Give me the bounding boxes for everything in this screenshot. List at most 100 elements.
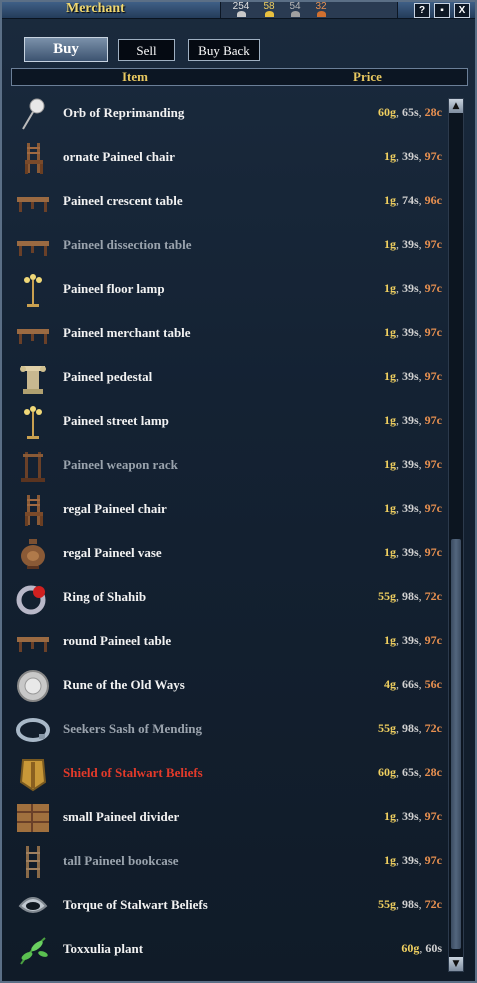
sash-icon (16, 718, 50, 742)
item-price: 1g, 39s, 97c (384, 281, 442, 295)
price-gold: 1g (384, 457, 396, 471)
price-copper: 97c (424, 545, 442, 559)
item-price: 1g, 39s, 97c (384, 853, 442, 867)
price-silver: 39s (402, 149, 419, 163)
price-copper: 97c (424, 457, 442, 471)
price-silver: 65s (402, 105, 419, 119)
item-name: tall Paineel bookcase (63, 853, 179, 868)
item-price: 60g, 65s, 28c (378, 105, 442, 119)
list-item[interactable]: Paineel merchant table 1g, 39s, 97c (11, 312, 447, 356)
list-item[interactable]: Seekers Sash of Mending 55g, 98s, 72c (11, 708, 447, 752)
list-item[interactable]: round Paineel table 1g, 39s, 97c (11, 620, 447, 664)
price-copper: 96c (424, 193, 442, 207)
price-copper: 97c (424, 369, 442, 383)
currency-display: 254 58 54 32 (220, 1, 398, 18)
price-copper: 72c (424, 721, 442, 735)
item-name: Paineel crescent table (63, 193, 183, 208)
list-item[interactable]: Paineel dissection table 1g, 39s, 97c (11, 224, 447, 268)
price-silver: 39s (402, 809, 419, 823)
list-item[interactable]: Shield of Stalwart Beliefs 60g, 65s, 28c (11, 752, 447, 796)
item-price: 1g, 39s, 97c (384, 501, 442, 515)
price-gold: 60g (378, 765, 396, 779)
price-gold: 1g (384, 545, 396, 559)
list-item[interactable]: Paineel street lamp 1g, 39s, 97c (11, 400, 447, 444)
scroll-down-button[interactable]: ▼ (449, 957, 463, 971)
list-item[interactable]: Toxxulia plant 60g, 60s (11, 928, 447, 972)
price-copper: 28c (424, 765, 442, 779)
price-silver: 98s (402, 721, 419, 735)
price-gold: 1g (384, 369, 396, 383)
price-gold: 1g (384, 809, 396, 823)
tab-sell[interactable]: Sell (118, 39, 175, 61)
item-name: ornate Paineel chair (63, 149, 175, 164)
column-price[interactable]: Price (353, 69, 382, 85)
list-item[interactable]: Paineel crescent table 1g, 74s, 96c (11, 180, 447, 224)
list-item[interactable]: Ring of Shahib 55g, 98s, 72c (11, 576, 447, 620)
price-copper: 97c (424, 633, 442, 647)
list-item[interactable]: regal Paineel vase 1g, 39s, 97c (11, 532, 447, 576)
item-price: 1g, 39s, 97c (384, 237, 442, 251)
price-silver: 60s (425, 941, 442, 955)
price-copper: 72c (424, 897, 442, 911)
price-gold: 55g (378, 589, 396, 603)
item-name: Seekers Sash of Mending (63, 721, 203, 736)
scroll-thumb[interactable] (451, 539, 461, 949)
list-item[interactable]: Rune of the Old Ways 4g, 66s, 56c (11, 664, 447, 708)
list-item[interactable]: small Paineel divider 1g, 39s, 97c (11, 796, 447, 840)
coin-value: 54 (289, 1, 301, 12)
item-name: regal Paineel chair (63, 501, 167, 516)
list-item[interactable]: regal Paineel chair 1g, 39s, 97c (11, 488, 447, 532)
item-price: 1g, 39s, 97c (384, 369, 442, 383)
price-gold: 1g (384, 281, 396, 295)
item-name: Ring of Shahib (63, 589, 147, 604)
item-name: small Paineel divider (63, 809, 180, 824)
price-gold: 1g (384, 633, 396, 647)
list-item[interactable]: ornate Paineel chair 1g, 39s, 97c (11, 136, 447, 180)
scrollbar[interactable]: ▲ ▼ (448, 98, 464, 972)
coin-value: 32 (315, 1, 327, 12)
price-silver: 39s (402, 545, 419, 559)
price-silver: 39s (402, 369, 419, 383)
price-copper: 56c (424, 677, 442, 691)
list-item[interactable]: Orb of Reprimanding 60g, 65s, 28c (11, 92, 447, 136)
scroll-up-button[interactable]: ▲ (449, 99, 463, 113)
list-item[interactable]: Paineel weapon rack 1g, 39s, 97c (11, 444, 447, 488)
tab-buy-back[interactable]: Buy Back (188, 39, 260, 61)
coin-value: 58 (263, 1, 275, 12)
price-copper: 97c (424, 281, 442, 295)
price-silver: 65s (402, 765, 419, 779)
price-gold: 1g (384, 237, 396, 251)
title-bar[interactable]: Merchant 254 58 54 32 ? ▪ X (2, 1, 475, 19)
price-copper: 97c (424, 237, 442, 251)
price-copper: 97c (424, 853, 442, 867)
price-silver: 74s (402, 193, 419, 207)
coin-count-2: 54 (283, 1, 307, 17)
rune-icon (17, 670, 49, 702)
table-icon (17, 329, 49, 344)
chair-icon (25, 143, 43, 174)
list-item[interactable]: Paineel pedestal 1g, 39s, 97c (11, 356, 447, 400)
item-name: Orb of Reprimanding (63, 105, 185, 120)
price-silver: 39s (402, 237, 419, 251)
price-silver: 39s (402, 633, 419, 647)
list-item[interactable]: Torque of Stalwart Beliefs 55g, 98s, 72c (11, 884, 447, 928)
vase-icon (21, 539, 45, 569)
item-price: 1g, 39s, 97c (384, 413, 442, 427)
minimize-button[interactable]: ▪ (434, 3, 450, 18)
item-name: Torque of Stalwart Beliefs (63, 897, 208, 912)
help-button[interactable]: ? (414, 3, 430, 18)
item-list: Orb of Reprimanding 60g, 65s, 28c ornate P… (11, 92, 447, 972)
price-gold: 1g (384, 501, 396, 515)
list-item[interactable]: Paineel floor lamp 1g, 39s, 97c (11, 268, 447, 312)
price-gold: 1g (384, 853, 396, 867)
item-price: 1g, 39s, 97c (384, 149, 442, 163)
close-button[interactable]: X (454, 3, 470, 18)
tab-buy[interactable]: Buy (24, 37, 108, 62)
bookcase-icon (26, 846, 40, 878)
price-silver: 39s (402, 413, 419, 427)
item-name: Paineel street lamp (63, 413, 169, 428)
orb-icon (22, 98, 45, 130)
list-item[interactable]: tall Paineel bookcase 1g, 39s, 97c (11, 840, 447, 884)
column-item[interactable]: Item (122, 69, 148, 85)
price-silver: 66s (402, 677, 419, 691)
